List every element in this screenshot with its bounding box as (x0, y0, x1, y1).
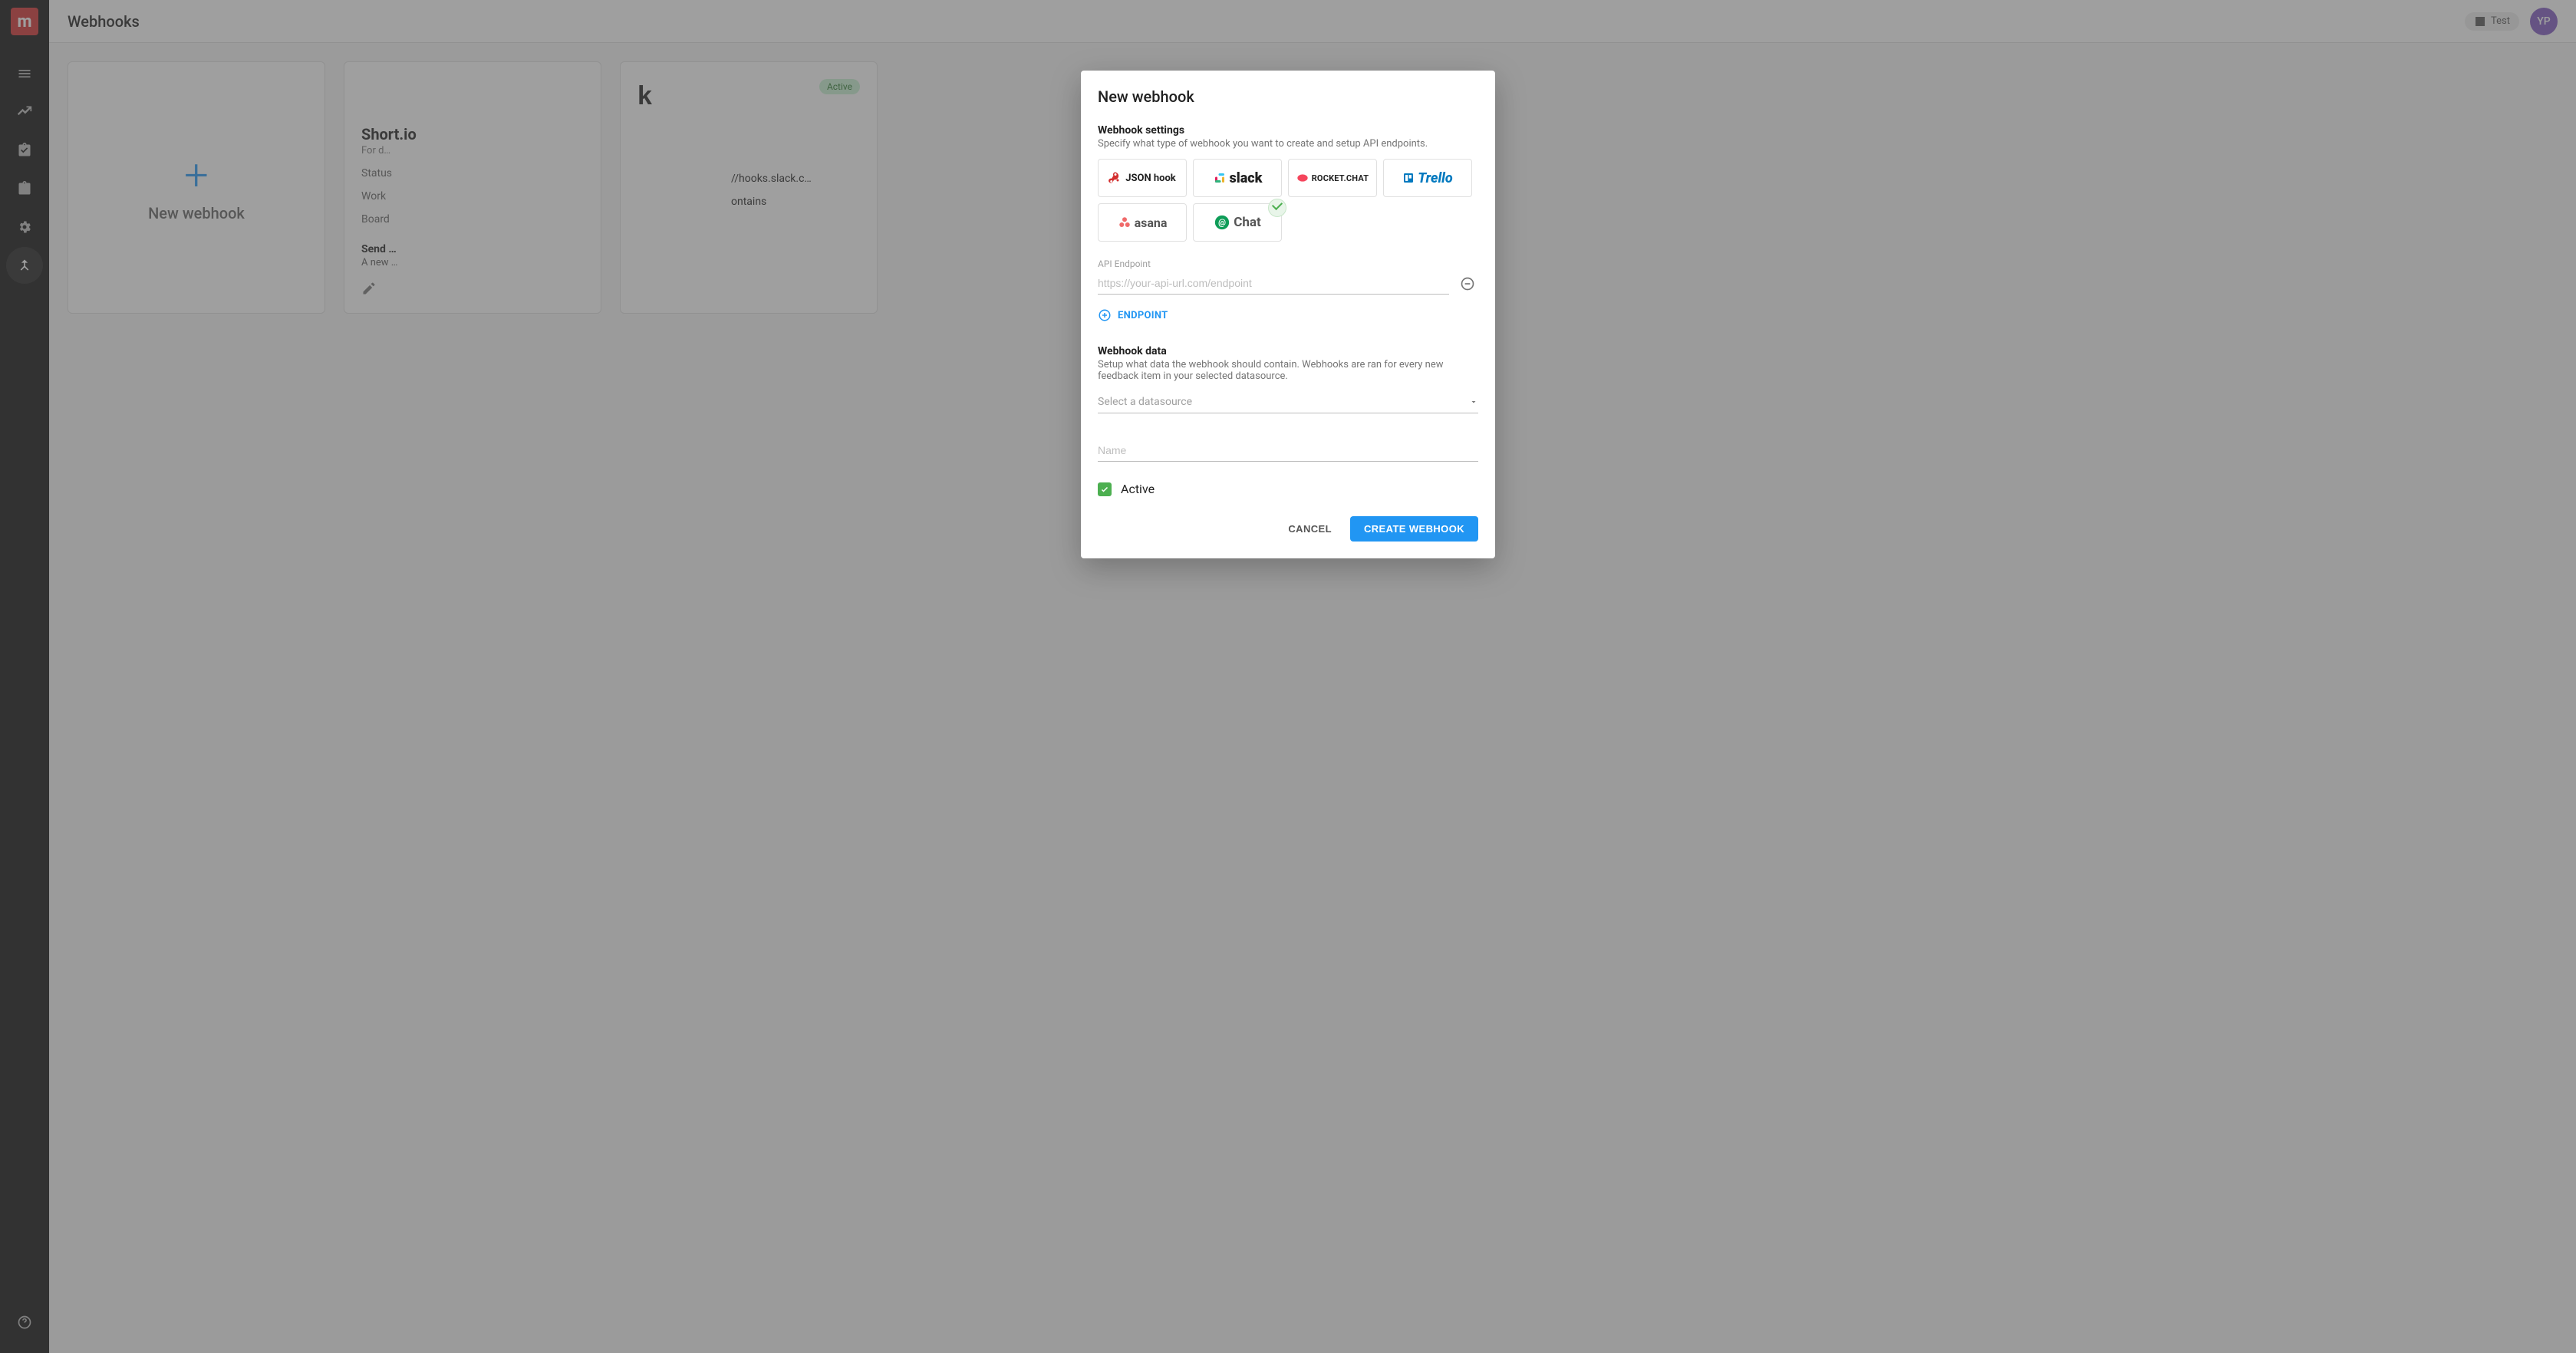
rocketchat-icon (1296, 172, 1309, 184)
remove-endpoint-button[interactable] (1457, 273, 1478, 295)
type-slack[interactable]: slack (1193, 159, 1282, 197)
slack-icon (1213, 171, 1227, 185)
webhook-type-grid: JSON hook slack ROCKET.CHAT (1098, 159, 1478, 242)
modal-title: New webhook (1098, 87, 1478, 106)
create-webhook-button[interactable]: CREATE WEBHOOK (1350, 516, 1478, 542)
settings-subtitle: Specify what type of webhook you want to… (1098, 138, 1478, 150)
type-rocketchat[interactable]: ROCKET.CHAT (1288, 159, 1377, 197)
endpoint-label: API Endpoint (1098, 258, 1449, 269)
type-label: ROCKET.CHAT (1312, 173, 1369, 183)
type-asana[interactable]: asana (1098, 203, 1187, 242)
data-subtitle: Setup what data the webhook should conta… (1098, 359, 1478, 382)
settings-title: Webhook settings (1098, 124, 1478, 137)
webhook-icon (1108, 171, 1122, 185)
name-input[interactable] (1098, 439, 1478, 462)
svg-text:@: @ (1218, 218, 1226, 228)
chevron-down-icon (1469, 397, 1478, 407)
type-json[interactable]: JSON hook (1098, 159, 1187, 197)
type-label: slack (1230, 170, 1263, 186)
active-label: Active (1121, 482, 1155, 496)
active-checkbox[interactable] (1098, 482, 1112, 496)
type-chat[interactable]: @ Chat (1193, 203, 1282, 242)
type-label: JSON hook (1125, 173, 1176, 184)
datasource-placeholder: Select a datasource (1098, 396, 1192, 408)
add-circle-icon (1098, 308, 1112, 322)
modal-overlay[interactable]: New webhook Webhook settings Specify wha… (0, 0, 2576, 1353)
datasource-select[interactable]: Select a datasource (1098, 391, 1478, 413)
type-label: asana (1135, 216, 1168, 230)
remove-circle-icon (1460, 276, 1475, 291)
endpoint-input[interactable] (1098, 272, 1449, 295)
chat-icon: @ (1214, 214, 1230, 231)
data-title: Webhook data (1098, 345, 1478, 357)
cancel-button[interactable]: CANCEL (1277, 516, 1342, 542)
new-webhook-modal: New webhook Webhook settings Specify wha… (1081, 71, 1495, 558)
trello-icon (1402, 172, 1415, 184)
check-icon (1100, 485, 1109, 494)
asana-icon (1118, 216, 1132, 229)
type-label: Trello (1418, 170, 1452, 186)
add-endpoint-button[interactable]: ENDPOINT (1098, 308, 1478, 322)
type-label: Chat (1234, 215, 1261, 230)
type-trello[interactable]: Trello (1383, 159, 1472, 197)
add-endpoint-label: ENDPOINT (1118, 310, 1168, 321)
